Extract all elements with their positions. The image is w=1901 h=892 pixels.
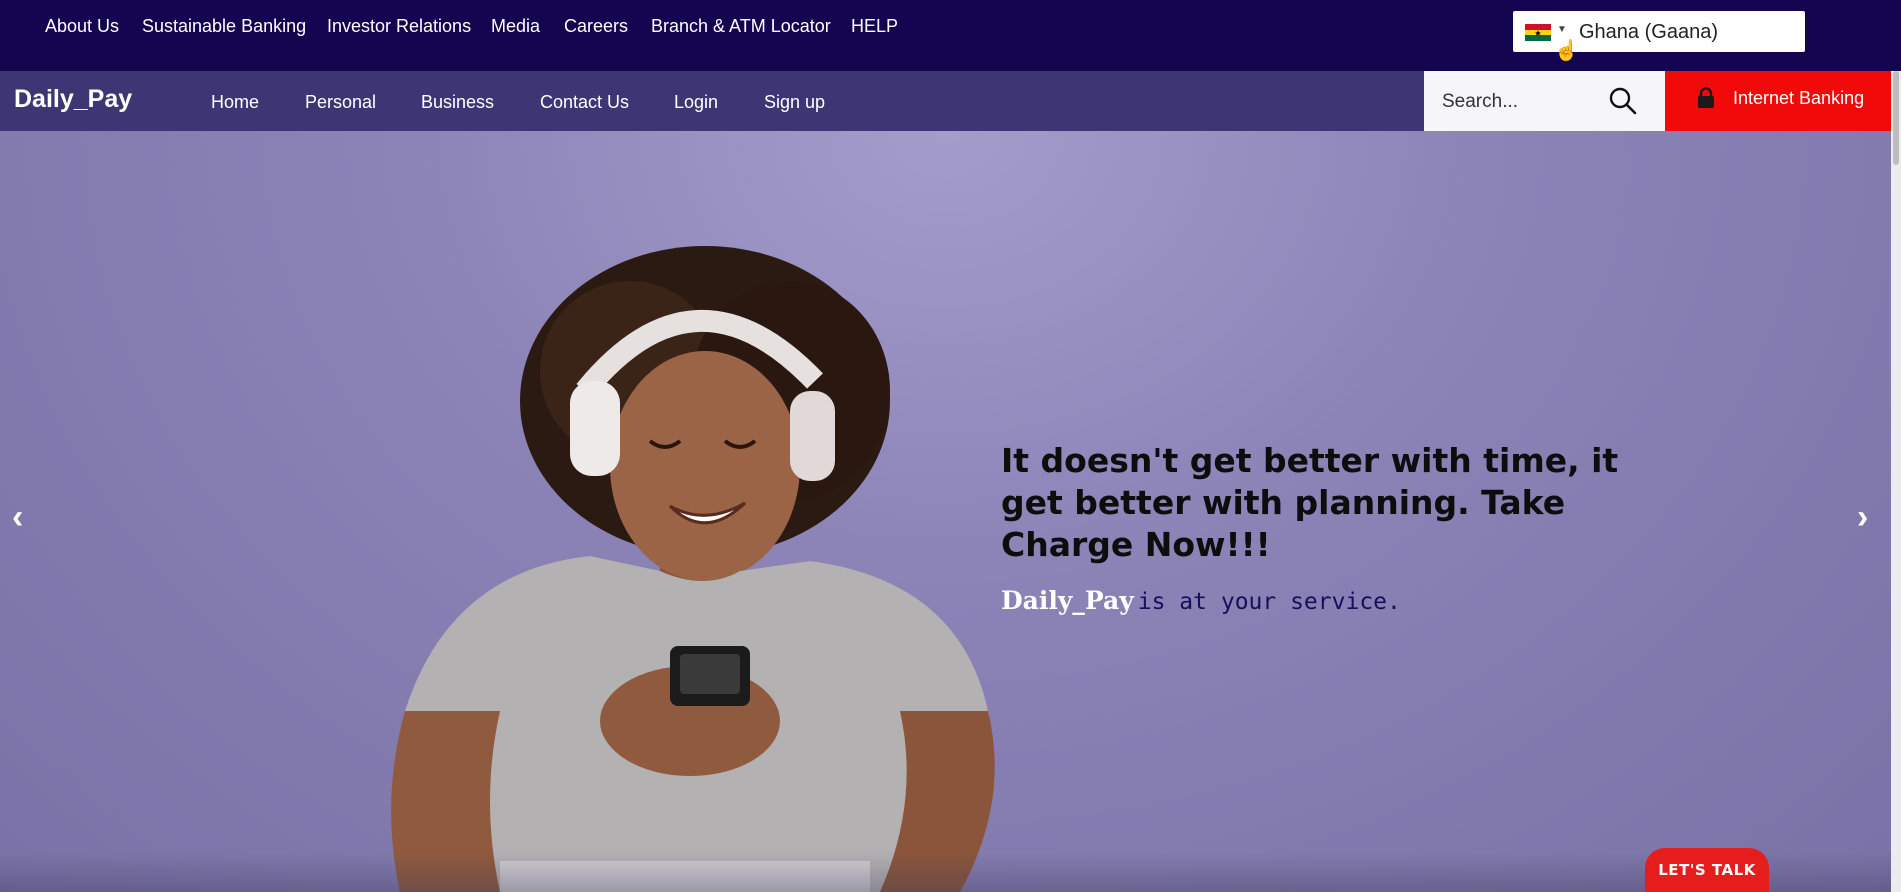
search-input[interactable] [1440, 88, 1614, 116]
top-link-media[interactable]: Media [491, 16, 540, 36]
lock-icon [1698, 87, 1714, 108]
lets-talk-chat-button[interactable]: LET'S TALK [1645, 848, 1769, 892]
hero-subheading: Daily_Pay is at your service. [1001, 586, 1401, 615]
page-scrollbar[interactable] [1891, 71, 1901, 892]
internet-banking-label: Internet Banking [1733, 88, 1865, 108]
hero-sub-text: is at your service. [1137, 589, 1401, 615]
brand-logo[interactable]: Daily_Pay [14, 85, 132, 114]
hero-woman-image [391, 246, 995, 892]
top-link-help[interactable]: HELP [851, 16, 898, 36]
carousel-next-arrow-icon[interactable]: › [1857, 497, 1868, 537]
hero-carousel: It doesn't get better with time, it get … [0, 131, 1891, 892]
top-link-branch-atm-locator[interactable]: Branch & ATM Locator [651, 16, 831, 36]
hero-sub-brand: Daily_Pay [1001, 586, 1134, 615]
ghana-flag-icon [1525, 24, 1551, 41]
top-link-about-us[interactable]: About Us [45, 16, 119, 36]
top-utility-bar: About Us Sustainable Banking Investor Re… [0, 0, 1901, 71]
page: About Us Sustainable Banking Investor Re… [0, 0, 1901, 892]
hero-heading: It doesn't get better with time, it get … [1001, 441, 1619, 564]
chevron-down-icon[interactable]: ▼ [1557, 24, 1567, 35]
language-selector[interactable]: ▼ Ghana (Gaana) [1513, 11, 1805, 52]
top-link-investor-relations[interactable]: Investor Relations [327, 16, 471, 36]
nav-item-sign-up[interactable]: Sign up [764, 92, 825, 113]
top-link-careers[interactable]: Careers [564, 16, 628, 36]
top-link-sustainable-banking[interactable]: Sustainable Banking [142, 16, 306, 36]
scrollbar-thumb[interactable] [1893, 71, 1899, 165]
nav-item-contact-us[interactable]: Contact Us [540, 92, 629, 113]
language-selected-label: Ghana (Gaana) [1579, 21, 1718, 43]
search-box [1424, 71, 1665, 132]
search-icon[interactable] [1607, 85, 1639, 117]
carousel-prev-arrow-icon[interactable]: ‹ [12, 497, 23, 537]
hero-bottom-shade [0, 852, 1891, 892]
nav-item-personal[interactable]: Personal [305, 92, 376, 113]
main-nav: Daily_Pay Home Personal Business Contact… [0, 71, 1901, 133]
internet-banking-button[interactable]: Internet Banking [1665, 71, 1892, 133]
nav-item-home[interactable]: Home [211, 92, 259, 113]
nav-item-login[interactable]: Login [674, 92, 718, 113]
nav-item-business[interactable]: Business [421, 92, 494, 113]
